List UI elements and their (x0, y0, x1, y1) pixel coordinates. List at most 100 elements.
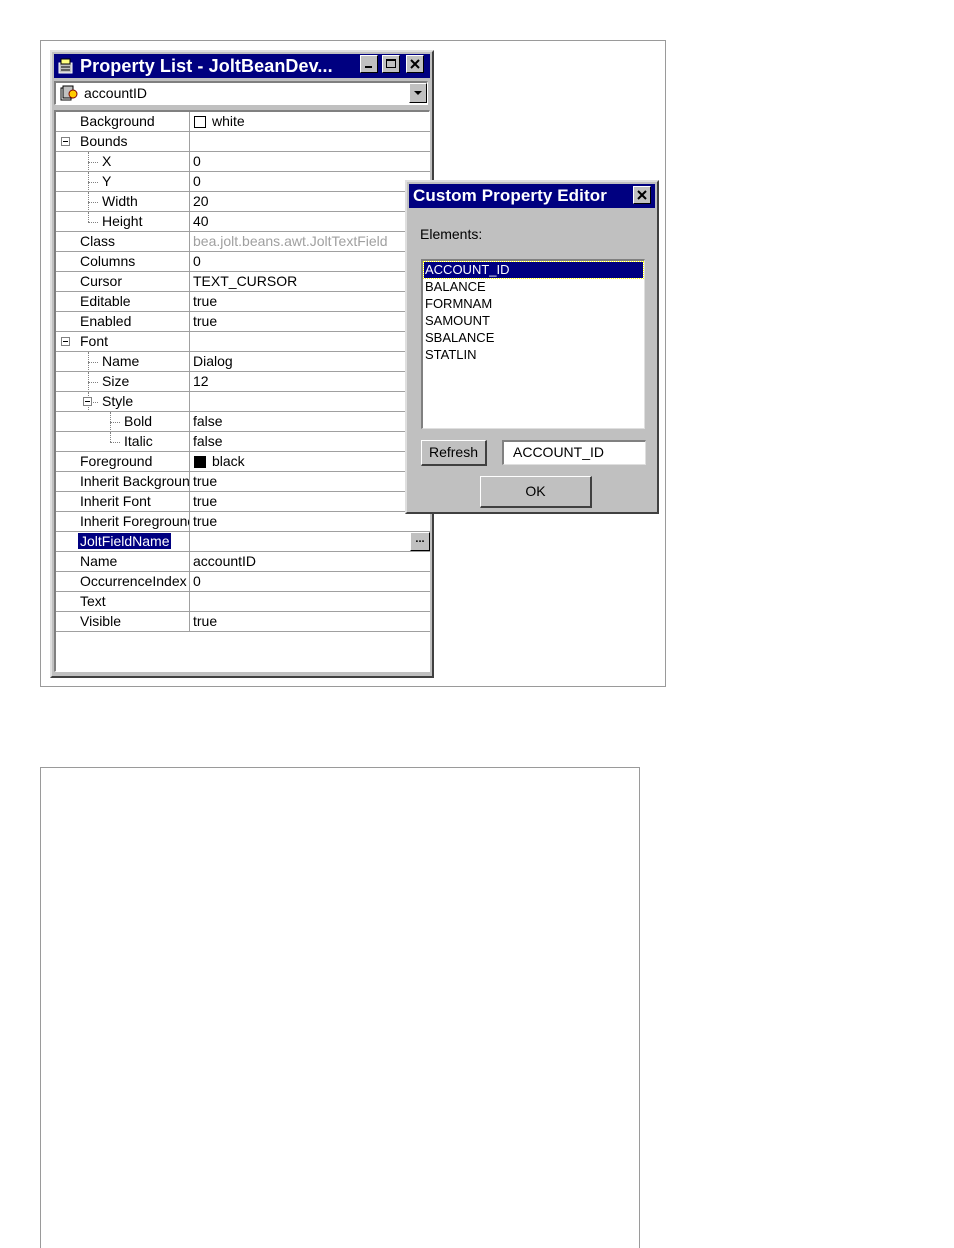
minimize-button[interactable] (360, 55, 378, 73)
property-row[interactable]: Style (56, 392, 430, 412)
property-name: Y (102, 173, 112, 189)
property-sheet-icon (58, 58, 73, 74)
property-value-cell[interactable]: 40 (190, 212, 430, 231)
list-item[interactable]: STATLIN (424, 347, 643, 363)
property-value: true (193, 513, 218, 529)
property-value-cell[interactable] (190, 332, 430, 351)
list-item[interactable]: SBALANCE (424, 330, 643, 346)
list-item[interactable]: SAMOUNT (424, 313, 643, 329)
property-value-cell[interactable]: ... (190, 532, 430, 551)
bean-selector-value: accountID (84, 85, 148, 101)
property-value-cell[interactable]: true (190, 472, 430, 491)
list-item[interactable]: BALANCE (424, 279, 643, 295)
property-value: false (193, 433, 223, 449)
property-value-cell[interactable]: true (190, 492, 430, 511)
collapse-icon[interactable] (61, 337, 70, 346)
property-value-cell[interactable]: true (190, 612, 430, 631)
property-value-cell[interactable]: white (190, 112, 430, 131)
property-row[interactable]: Inherit Foreground true (56, 512, 430, 532)
property-name-cell: Width (56, 192, 190, 211)
property-row[interactable]: Width 20 (56, 192, 430, 212)
property-value-cell[interactable]: 0 (190, 572, 430, 591)
property-row[interactable]: Editable true (56, 292, 430, 312)
property-value-cell[interactable]: false (190, 432, 430, 451)
screenshot-frame-bottom (40, 767, 640, 1248)
property-name: Name (80, 553, 118, 569)
property-name-cell: X (56, 152, 190, 171)
property-name: Name (102, 353, 140, 369)
property-row[interactable]: Inherit Font true (56, 492, 430, 512)
property-row[interactable]: Bold false (56, 412, 430, 432)
property-value-cell[interactable]: Dialog (190, 352, 430, 371)
custom-editor-close-button[interactable] (633, 186, 651, 204)
property-row[interactable]: Name accountID (56, 552, 430, 572)
property-row[interactable]: JoltFieldName... (56, 532, 430, 552)
element-name-field[interactable]: ACCOUNT_ID (502, 440, 646, 465)
property-value-cell[interactable]: 12 (190, 372, 430, 391)
property-row[interactable]: Italic false (56, 432, 430, 452)
property-row[interactable]: Size 12 (56, 372, 430, 392)
property-row[interactable]: Enabled true (56, 312, 430, 332)
collapse-icon[interactable] (61, 137, 70, 146)
refresh-button[interactable]: Refresh (421, 440, 487, 466)
open-editor-button[interactable]: ... (410, 532, 430, 551)
color-swatch (194, 116, 206, 128)
property-row[interactable]: Visible true (56, 612, 430, 632)
property-value-cell[interactable]: black (190, 452, 430, 471)
property-row[interactable]: Columns 0 (56, 252, 430, 272)
property-row[interactable]: Height 40 (56, 212, 430, 232)
custom-editor-title-bar[interactable]: Custom Property Editor (409, 184, 655, 208)
property-name-cell: Class (56, 232, 190, 251)
bean-selector-combo[interactable]: accountID (54, 81, 428, 105)
property-row[interactable]: Background white (56, 112, 430, 132)
property-value-cell[interactable] (190, 132, 430, 151)
collapse-icon[interactable] (83, 397, 92, 406)
property-name: Text (80, 593, 106, 609)
tree-connector (88, 172, 89, 191)
property-value-cell[interactable]: true (190, 512, 430, 531)
property-value-cell[interactable] (190, 592, 430, 611)
property-value-cell[interactable]: true (190, 312, 430, 331)
property-value-cell[interactable]: 20 (190, 192, 430, 211)
list-item[interactable]: FORMNAM (424, 296, 643, 312)
property-row[interactable]: Font (56, 332, 430, 352)
property-value-cell[interactable]: accountID (190, 552, 430, 571)
custom-editor-title: Custom Property Editor (413, 186, 607, 205)
property-row[interactable]: Name Dialog (56, 352, 430, 372)
property-row[interactable]: Y0 (56, 172, 430, 192)
property-row[interactable]: Foreground black (56, 452, 430, 472)
property-row[interactable]: Text (56, 592, 430, 612)
property-row[interactable]: Bounds (56, 132, 430, 152)
property-list-title: Property List - JoltBeanDev... (80, 55, 333, 76)
property-value-cell[interactable] (190, 392, 430, 411)
property-name-cell: Style (56, 392, 190, 411)
property-value: bea.jolt.beans.awt.JoltTextField (193, 233, 388, 249)
property-name: Foreground (80, 453, 153, 469)
property-value: 0 (193, 253, 201, 269)
list-item[interactable]: ACCOUNT_ID (423, 261, 644, 279)
property-value-cell[interactable]: 0 (190, 252, 430, 271)
close-button[interactable] (406, 55, 424, 73)
property-row[interactable]: Class bea.jolt.beans.awt.JoltTextField (56, 232, 430, 252)
property-value-cell[interactable]: bea.jolt.beans.awt.JoltTextField (190, 232, 430, 251)
property-row[interactable]: X0 (56, 152, 430, 172)
property-name: OccurrenceIndex (80, 573, 187, 589)
property-name-cell: Name (56, 352, 190, 371)
property-value-cell[interactable]: 0 (190, 152, 430, 171)
property-name-cell: Text (56, 592, 190, 611)
property-value-cell[interactable]: false (190, 412, 430, 431)
combo-dropdown-button[interactable] (409, 83, 427, 103)
ok-button[interactable]: OK (480, 476, 592, 508)
property-row[interactable]: OccurrenceIndex 0 (56, 572, 430, 592)
maximize-button[interactable] (382, 55, 400, 73)
property-row[interactable]: Cursor TEXT_CURSOR (56, 272, 430, 292)
property-value-cell[interactable]: TEXT_CURSOR (190, 272, 430, 291)
property-name: Editable (80, 293, 131, 309)
tree-connector (110, 422, 120, 423)
elements-list[interactable]: ACCOUNT_ID BALANCE FORMNAM SAMOUNT SBALANCE S… (421, 259, 645, 429)
property-name-cell: Editable (56, 292, 190, 311)
property-value-cell[interactable]: true (190, 292, 430, 311)
property-row[interactable]: Inherit Background true (56, 472, 430, 492)
property-value-cell[interactable]: 0 (190, 172, 430, 191)
property-value: accountID (193, 553, 257, 569)
